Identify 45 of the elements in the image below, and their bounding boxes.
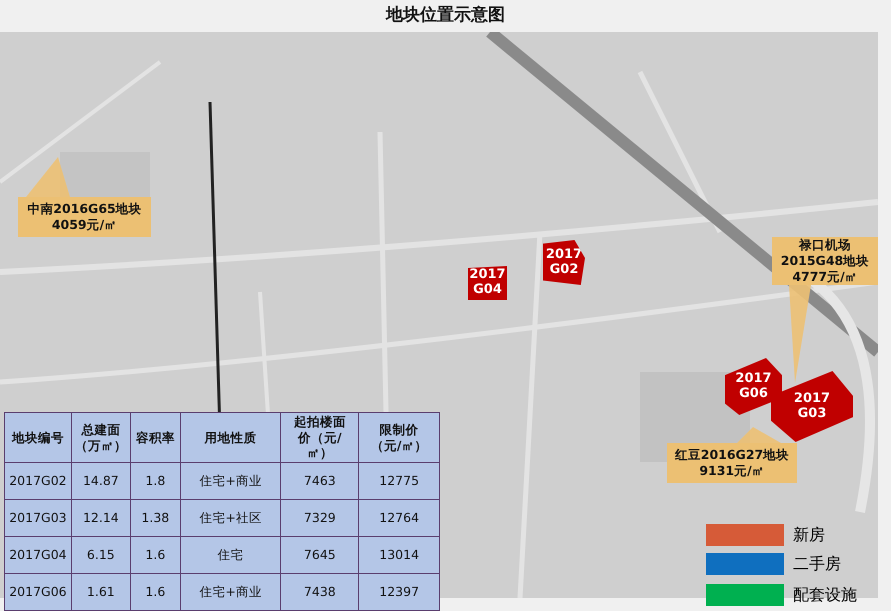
legend-label: 新房 bbox=[793, 524, 825, 546]
plot-label: G06 bbox=[739, 386, 768, 402]
table-cell: 住宅+商业 bbox=[180, 574, 281, 610]
plot-label: G04 bbox=[473, 283, 502, 298]
column-header: 限制价（元/㎡） bbox=[370, 422, 428, 454]
column-header: 地块编号 bbox=[10, 430, 65, 446]
callout-pointer bbox=[737, 427, 781, 443]
legend-label: 配套设施 bbox=[793, 584, 857, 606]
plot-label: G02 bbox=[550, 262, 578, 278]
table-cell: 1.8 bbox=[130, 462, 180, 500]
callout-pointer bbox=[26, 157, 70, 197]
table-cell: 2017G04 bbox=[4, 536, 72, 574]
table-cell: 12397 bbox=[358, 574, 440, 610]
table-cell: 7438 bbox=[280, 574, 359, 610]
table-cell: 7463 bbox=[280, 462, 359, 500]
table-cell: 住宅+商业 bbox=[180, 462, 281, 500]
column-header: 容积率 bbox=[134, 430, 176, 446]
table-cell: 7645 bbox=[280, 536, 359, 574]
plot-label: 2017 bbox=[546, 248, 582, 262]
table-cell: 13014 bbox=[358, 536, 440, 574]
plot-label: G03 bbox=[798, 406, 826, 422]
table-cell: 6.15 bbox=[71, 536, 130, 574]
plot-label: 2017 bbox=[794, 392, 830, 406]
column-header: 总建面（万㎡） bbox=[74, 422, 128, 454]
table-cell: 12.14 bbox=[71, 500, 130, 536]
table-cell: 1.38 bbox=[130, 500, 180, 536]
table-cell: 1.61 bbox=[71, 574, 130, 610]
table-cell: 14.87 bbox=[71, 462, 130, 500]
table-cell: 住宅+社区 bbox=[180, 500, 281, 536]
plot-label: 2017 bbox=[469, 268, 506, 283]
table-cell: 2017G02 bbox=[4, 462, 72, 500]
table-cell: 1.6 bbox=[130, 574, 180, 610]
table-cell: 住宅 bbox=[180, 536, 281, 574]
map-title: 地块位置示意图 bbox=[384, 4, 506, 28]
column-header: 起拍楼面价（元/㎡） bbox=[292, 414, 347, 461]
column-header: 用地性质 bbox=[203, 430, 258, 446]
table-cell: 2017G03 bbox=[4, 500, 72, 536]
table-cell: 12764 bbox=[358, 500, 440, 536]
table-cell: 1.6 bbox=[130, 536, 180, 574]
plot-label: 2017 bbox=[735, 372, 772, 386]
table-cell: 2017G06 bbox=[4, 574, 72, 610]
table-cell: 7329 bbox=[280, 500, 359, 536]
legend-label: 二手房 bbox=[793, 553, 841, 575]
callout-label: 禄口机场 2015G48地块 4777元/㎡ bbox=[772, 237, 878, 285]
table-cell: 12775 bbox=[358, 462, 440, 500]
